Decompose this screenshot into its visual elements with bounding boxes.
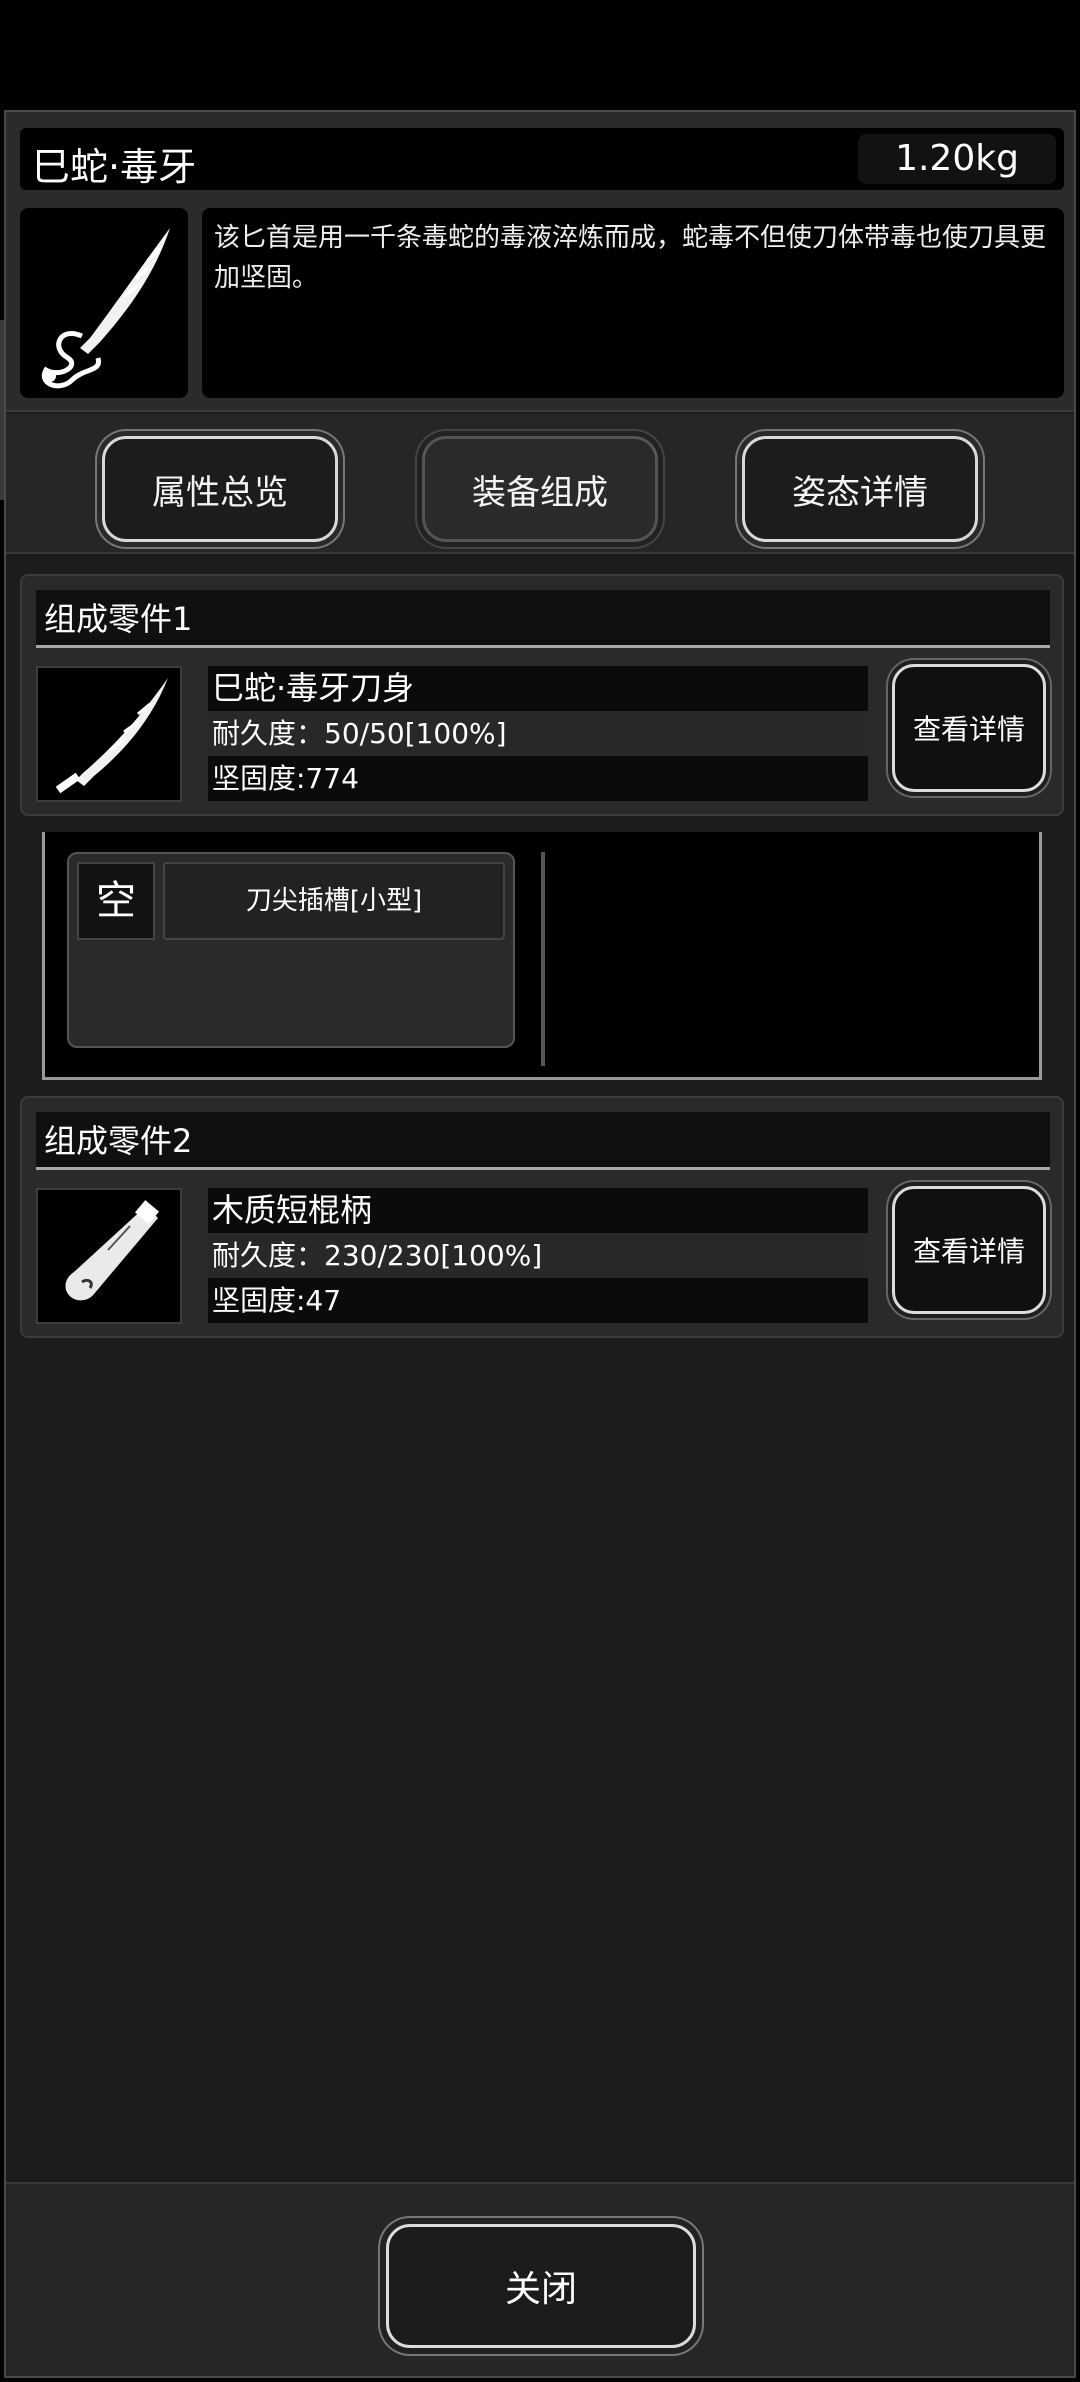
component-info: 巳蛇·毒牙刀身 耐久度：50/50[100%] 坚固度:774 — [208, 666, 868, 801]
wooden-handle-icon — [36, 1188, 182, 1324]
tab-attribute-overview[interactable]: 属性总览 — [102, 436, 338, 542]
component-info: 木质短棍柄 耐久度：230/230[100%] 坚固度:47 — [208, 1188, 868, 1323]
component-card-1: 组成零件1 巳蛇·毒牙刀身 耐久度：50/50[100%] 坚固度:774 查看… — [20, 574, 1064, 816]
component-name: 木质短棍柄 — [208, 1188, 868, 1233]
tab-equipment-composition[interactable]: 装备组成 — [422, 436, 658, 542]
status-bar — [0, 0, 1080, 110]
slot-empty-label: 空 — [77, 862, 155, 940]
component-name: 巳蛇·毒牙刀身 — [208, 666, 868, 711]
component-title: 组成零件1 — [36, 590, 1050, 648]
item-description: 该匕首是用一千条毒蛇的毒液淬炼而成，蛇毒不但使刀体带毒也使刀具更加坚固。 — [202, 208, 1064, 398]
view-details-button[interactable]: 查看详情 — [892, 1186, 1046, 1314]
item-weight: 1.20kg — [858, 134, 1056, 184]
item-header: 巳蛇·毒牙 1.20kg 该匕首是用一千条毒蛇的毒液淬炼而成，蛇毒不但使刀体带毒… — [6, 112, 1074, 412]
item-name: 巳蛇·毒牙 — [32, 145, 197, 189]
component-card-2: 组成零件2 木质短棍柄 耐久度：230/230[100%] 坚固度:47 查看详… — [20, 1096, 1064, 1338]
view-details-button[interactable]: 查看详情 — [892, 664, 1046, 792]
blade-icon — [36, 666, 182, 802]
component-durability: 耐久度：230/230[100%] — [208, 1233, 868, 1278]
component-hardness: 坚固度:47 — [208, 1278, 868, 1323]
component-hardness: 坚固度:774 — [208, 756, 868, 801]
bottom-bar: 关闭 — [6, 2182, 1074, 2376]
slot-area: 空 刀尖插槽[小型] — [42, 832, 1042, 1080]
component-durability: 耐久度：50/50[100%] — [208, 711, 868, 756]
slot-divider — [541, 852, 545, 1066]
close-button[interactable]: 关闭 — [386, 2224, 696, 2348]
serpent-dagger-icon — [20, 208, 188, 398]
tab-bar: 属性总览 装备组成 姿态详情 — [6, 414, 1074, 554]
component-title: 组成零件2 — [36, 1112, 1050, 1170]
equipment-panel: 巳蛇·毒牙 1.20kg 该匕首是用一千条毒蛇的毒液淬炼而成，蛇毒不但使刀体带毒… — [4, 110, 1076, 2378]
blade-tip-slot[interactable]: 空 刀尖插槽[小型] — [67, 852, 515, 1048]
tab-stance-details[interactable]: 姿态详情 — [742, 436, 978, 542]
slot-name: 刀尖插槽[小型] — [163, 862, 505, 940]
title-bar: 巳蛇·毒牙 1.20kg — [20, 128, 1064, 190]
